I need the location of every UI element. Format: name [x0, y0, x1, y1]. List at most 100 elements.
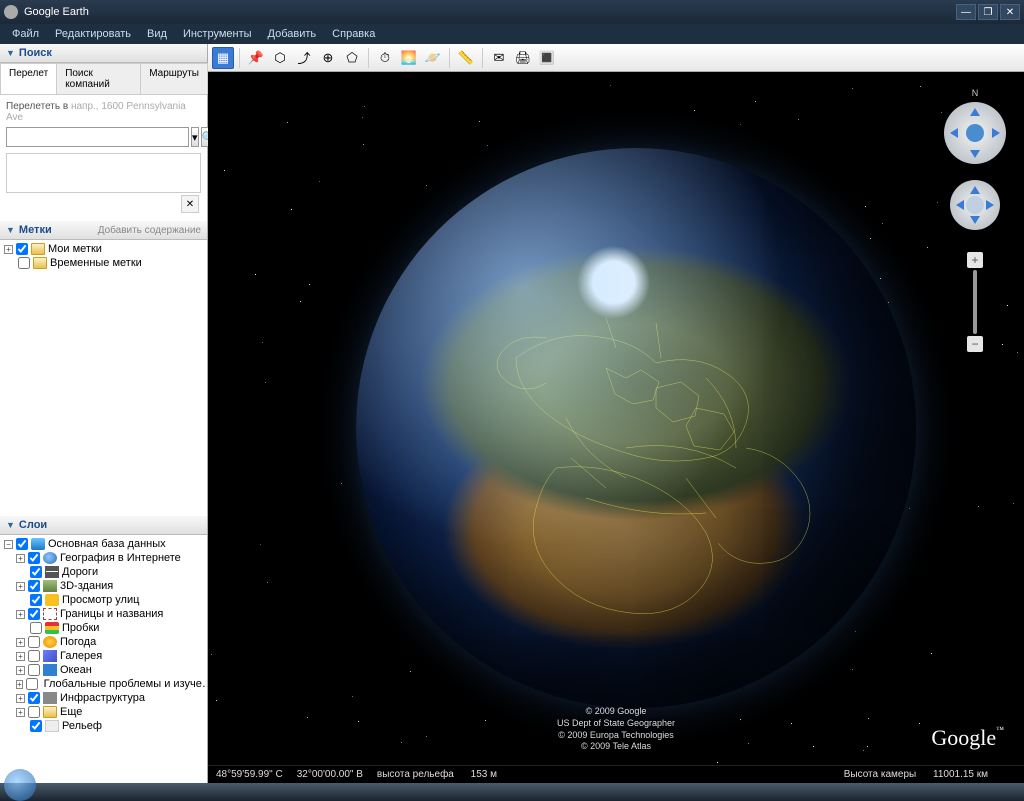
toolbar-button-12[interactable]: 🔳: [536, 47, 558, 69]
places-panel-header[interactable]: ▼ Метки Добавить содержание: [0, 221, 207, 240]
add-content-link[interactable]: Добавить содержание: [98, 225, 201, 236]
layer-checkbox[interactable]: [26, 678, 38, 690]
layer-item[interactable]: +География в Интернете: [4, 551, 203, 565]
expander-icon[interactable]: +: [16, 666, 25, 675]
toolbar-button-4[interactable]: ⊕: [317, 47, 339, 69]
look-up-button[interactable]: [970, 108, 980, 116]
attribution-line: US Dept of State Geographer: [557, 718, 675, 730]
expander-icon[interactable]: +: [16, 680, 23, 689]
places-item[interactable]: +Мои метки: [4, 242, 203, 256]
layer-item[interactable]: +Границы и названия: [4, 607, 203, 621]
look-left-button[interactable]: [950, 128, 958, 138]
layer-checkbox[interactable]: [28, 664, 40, 676]
expander-icon[interactable]: +: [4, 245, 13, 254]
layer-checkbox[interactable]: [18, 257, 30, 269]
layer-checkbox[interactable]: [30, 720, 42, 732]
layer-checkbox[interactable]: [28, 692, 40, 704]
layer-item[interactable]: +Глобальные проблемы и изуче…: [4, 677, 203, 691]
collapse-icon[interactable]: ▼: [6, 520, 15, 530]
search-panel-header[interactable]: ▼ Поиск: [0, 44, 207, 63]
clear-results-button[interactable]: ✕: [181, 195, 199, 213]
search-history-dropdown[interactable]: ▾: [191, 127, 199, 147]
menu-инструменты[interactable]: Инструменты: [175, 26, 260, 42]
expander-icon[interactable]: +: [16, 708, 25, 717]
layer-item[interactable]: +Океан: [4, 663, 203, 677]
toolbar-button-2[interactable]: ⬡: [269, 47, 291, 69]
earth-globe[interactable]: [356, 148, 916, 708]
zoom-slider[interactable]: + −: [968, 252, 982, 352]
layer-item[interactable]: +Погода: [4, 635, 203, 649]
layer-checkbox[interactable]: [30, 594, 42, 606]
places-item[interactable]: Временные метки: [4, 256, 203, 270]
collapse-icon[interactable]: ▼: [6, 48, 15, 58]
search-input[interactable]: [6, 127, 189, 147]
expander-icon[interactable]: +: [16, 610, 25, 619]
toolbar-button-9[interactable]: 📏: [455, 47, 477, 69]
zoom-in-button[interactable]: +: [967, 252, 983, 268]
search-tab[interactable]: Перелет: [0, 63, 57, 94]
zoom-track[interactable]: [973, 270, 977, 334]
expander-icon[interactable]: +: [16, 694, 25, 703]
layer-checkbox[interactable]: [28, 608, 40, 620]
layer-item[interactable]: +Галерея: [4, 649, 203, 663]
expander-icon[interactable]: +: [16, 554, 25, 563]
start-orb-icon[interactable]: [4, 769, 36, 801]
look-down-button[interactable]: [970, 150, 980, 158]
layer-checkbox[interactable]: [28, 650, 40, 662]
expander-icon[interactable]: −: [4, 540, 13, 549]
pan-right-button[interactable]: [986, 200, 994, 210]
toolbar-button-5[interactable]: ⬠: [341, 47, 363, 69]
hand-icon[interactable]: [966, 196, 984, 214]
toolbar-button-11[interactable]: 🖨: [512, 47, 534, 69]
menu-редактировать[interactable]: Редактировать: [47, 26, 139, 42]
look-compass[interactable]: N: [944, 102, 1006, 164]
toolbar-button-10[interactable]: ✉: [488, 47, 510, 69]
toolbar-button-1[interactable]: 📌: [245, 47, 267, 69]
globe-viewport[interactable]: N + − © 2009 GoogleUS Dept of: [208, 72, 1024, 783]
expander-icon[interactable]: +: [16, 652, 25, 661]
layer-checkbox[interactable]: [28, 580, 40, 592]
search-tab[interactable]: Поиск компаний: [56, 63, 141, 94]
attribution-line: © 2009 Google: [557, 706, 675, 718]
collapse-icon[interactable]: ▼: [6, 225, 15, 235]
toolbar-button-3[interactable]: ⤴: [293, 47, 315, 69]
expander-icon[interactable]: +: [16, 582, 25, 591]
layer-item[interactable]: Пробки: [4, 621, 203, 635]
layer-item[interactable]: Просмотр улиц: [4, 593, 203, 607]
layer-checkbox[interactable]: [28, 706, 40, 718]
eye-icon[interactable]: [966, 124, 984, 142]
layer-item[interactable]: Рельеф: [4, 719, 203, 733]
maximize-button[interactable]: ❐: [978, 4, 998, 20]
menu-справка[interactable]: Справка: [324, 26, 383, 42]
zoom-out-button[interactable]: −: [967, 336, 983, 352]
layer-checkbox[interactable]: [16, 538, 28, 550]
toolbar-button-8[interactable]: 🪐: [422, 47, 444, 69]
layer-icon: [45, 720, 59, 732]
layer-checkbox[interactable]: [30, 566, 42, 578]
layer-checkbox[interactable]: [16, 243, 28, 255]
layer-item[interactable]: +Еще: [4, 705, 203, 719]
pan-control[interactable]: [950, 180, 1000, 230]
layer-checkbox[interactable]: [28, 552, 40, 564]
layers-panel-header[interactable]: ▼ Слои: [0, 516, 207, 535]
toolbar-button-6[interactable]: ⏱: [374, 47, 396, 69]
layer-item[interactable]: +Инфраструктура: [4, 691, 203, 705]
toolbar-button-7[interactable]: 🌅: [398, 47, 420, 69]
layer-item[interactable]: +3D-здания: [4, 579, 203, 593]
expander-icon[interactable]: +: [16, 638, 25, 647]
search-tab[interactable]: Маршруты: [140, 63, 208, 94]
toolbar-button-0[interactable]: ▦: [212, 47, 234, 69]
pan-down-button[interactable]: [970, 216, 980, 224]
layer-item[interactable]: Дороги: [4, 565, 203, 579]
look-right-button[interactable]: [992, 128, 1000, 138]
pan-left-button[interactable]: [956, 200, 964, 210]
minimize-button[interactable]: —: [956, 4, 976, 20]
menu-вид[interactable]: Вид: [139, 26, 175, 42]
close-button[interactable]: ✕: [1000, 4, 1020, 20]
layers-root[interactable]: −Основная база данных: [4, 537, 203, 551]
layer-checkbox[interactable]: [30, 622, 42, 634]
menu-файл[interactable]: Файл: [4, 26, 47, 42]
layer-checkbox[interactable]: [28, 636, 40, 648]
menu-добавить[interactable]: Добавить: [260, 26, 325, 42]
pan-up-button[interactable]: [970, 186, 980, 194]
